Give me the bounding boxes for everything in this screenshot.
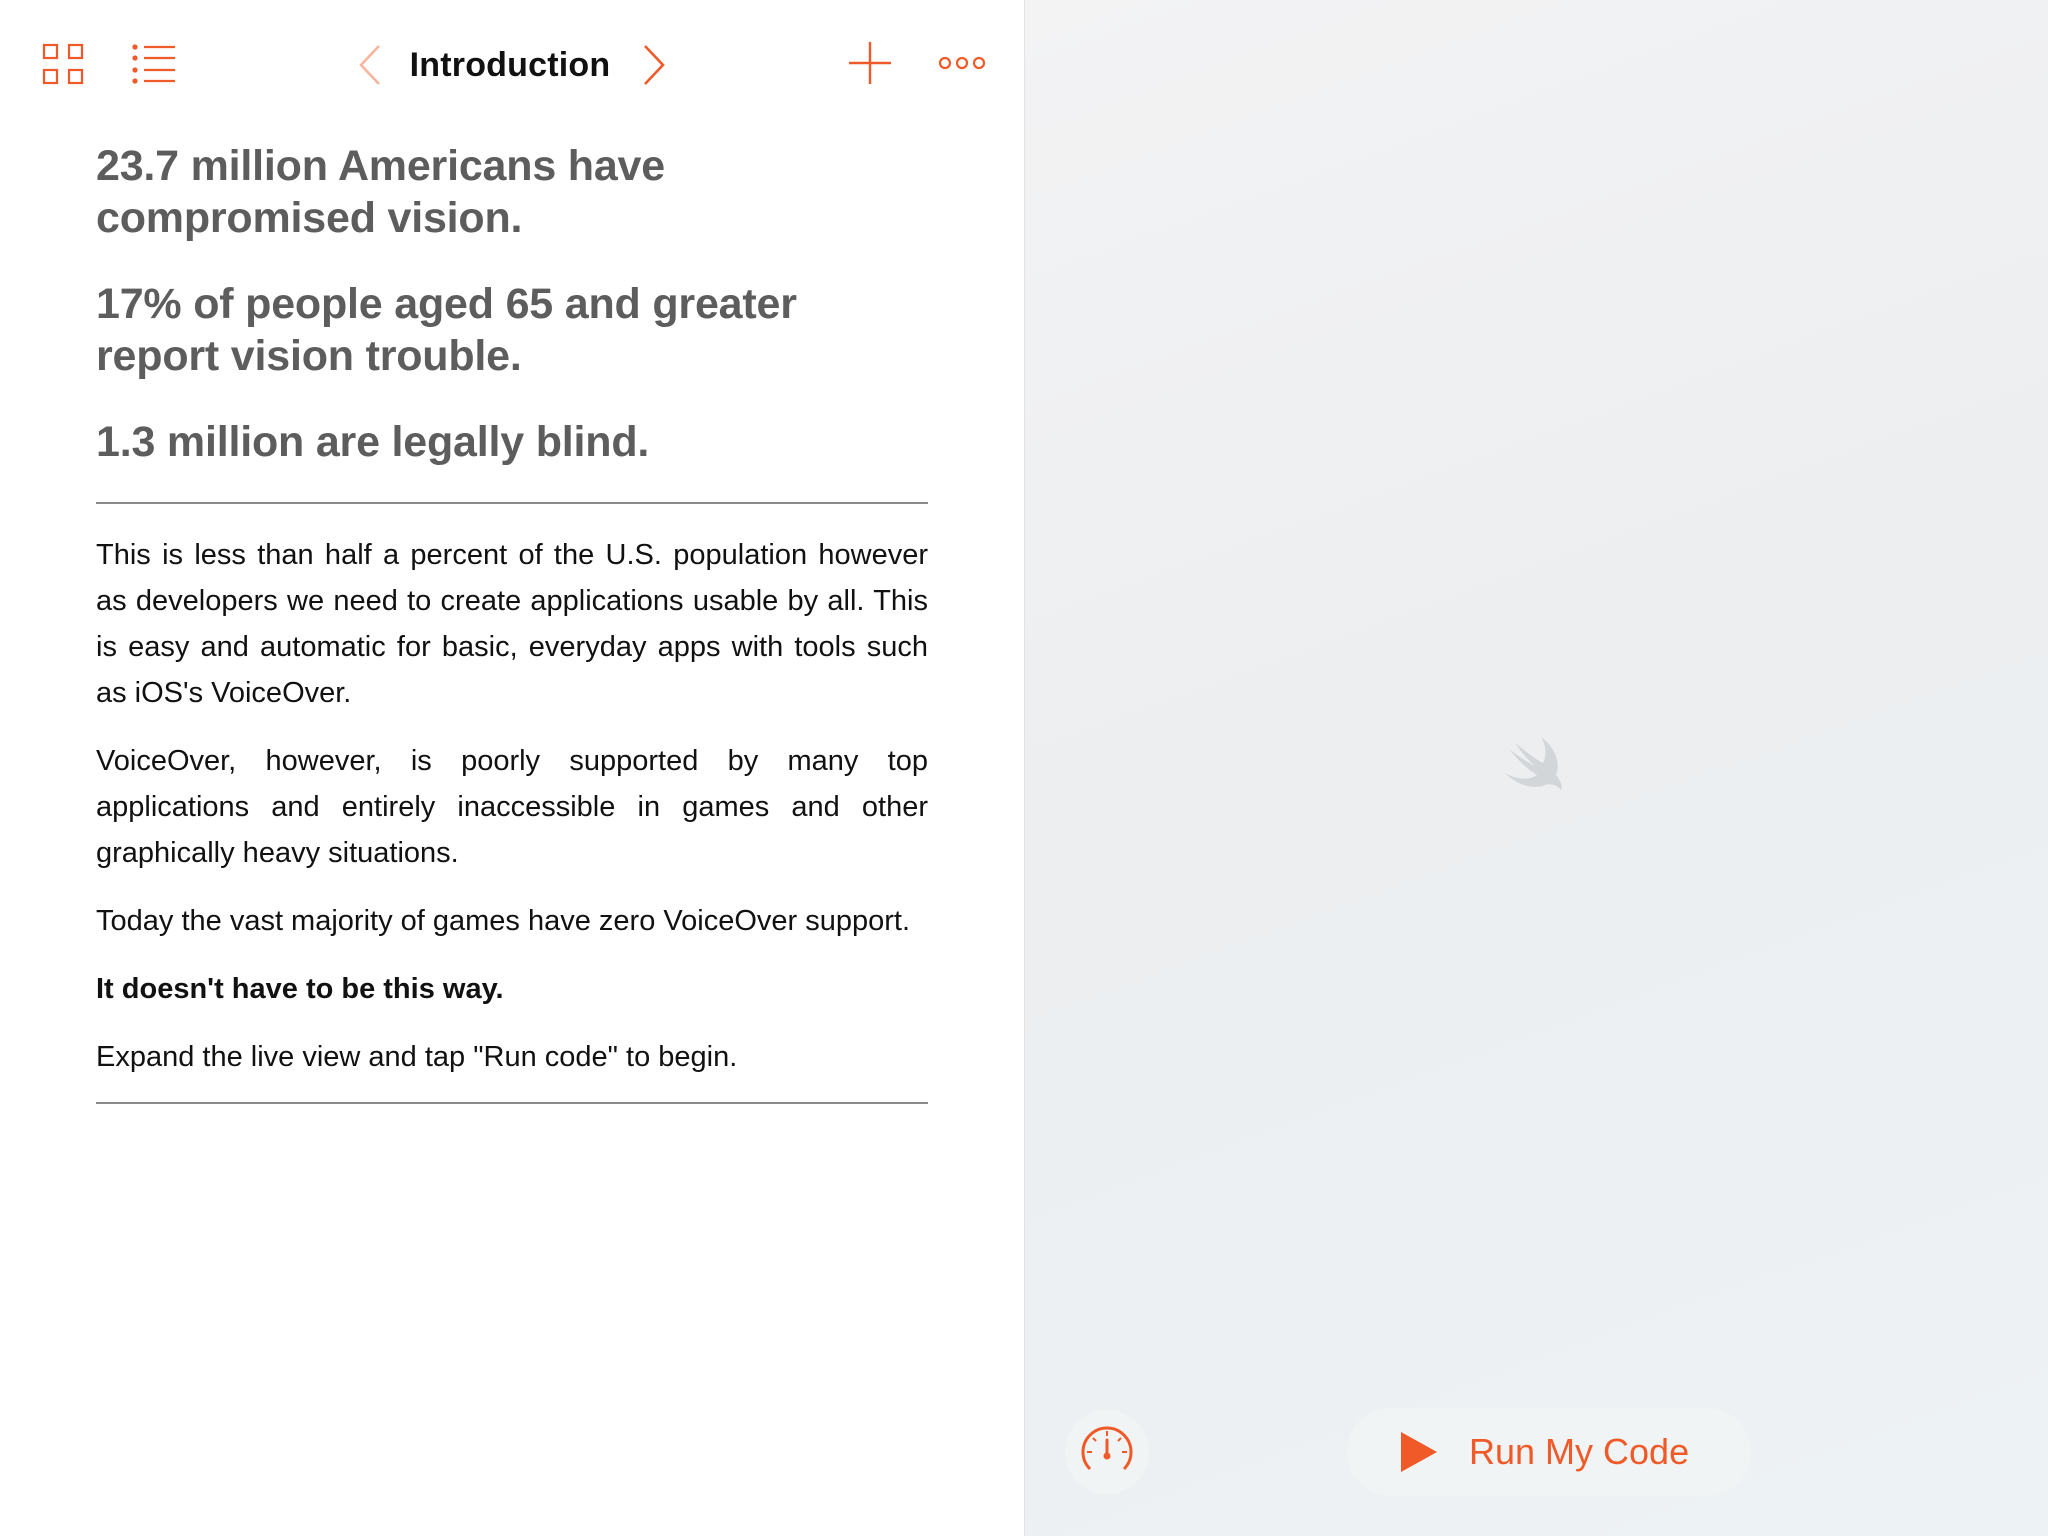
stat-heading: 23.7 million Americans have compromised … [96,142,665,242]
list-icon[interactable] [132,43,176,85]
stat-heading: 1.3 million are legally blind. [96,418,650,466]
document-pane: Introduction 23.7 million Americans have… [0,0,1024,1536]
body-paragraph: Today the vast majority of games have ze… [96,905,911,937]
more-icon[interactable] [938,54,986,72]
toolbar: Introduction [0,0,1024,130]
chevron-right-icon[interactable] [641,44,667,86]
body-paragraph: VoiceOver, however, is poorly supported … [96,745,928,869]
run-my-code-button[interactable]: Run My Code [1347,1408,1751,1496]
grid-icon[interactable] [42,43,84,85]
run-button-label: Run My Code [1469,1431,1690,1472]
swift-logo-icon [1501,735,1567,796]
play-icon [1401,1432,1437,1472]
divider [96,1102,928,1104]
document-content: 23.7 million Americans have compromised … [96,140,928,1104]
chevron-left-icon[interactable] [357,44,383,86]
instruction-paragraph: Expand the live view and tap "Run code" … [96,1041,738,1073]
stat-heading: 17% of people aged 65 and greater report… [96,280,797,380]
plus-icon[interactable] [848,41,892,85]
speed-button[interactable] [1065,1410,1149,1494]
emphasis-paragraph: It doesn't have to be this way. [96,973,504,1005]
speedometer-icon [1081,1426,1133,1471]
body-paragraph: This is less than half a percent of the … [96,539,928,709]
divider [96,502,928,504]
page-title: Introduction [409,46,611,84]
live-view[interactable]: Run My Code [1024,0,2048,1536]
